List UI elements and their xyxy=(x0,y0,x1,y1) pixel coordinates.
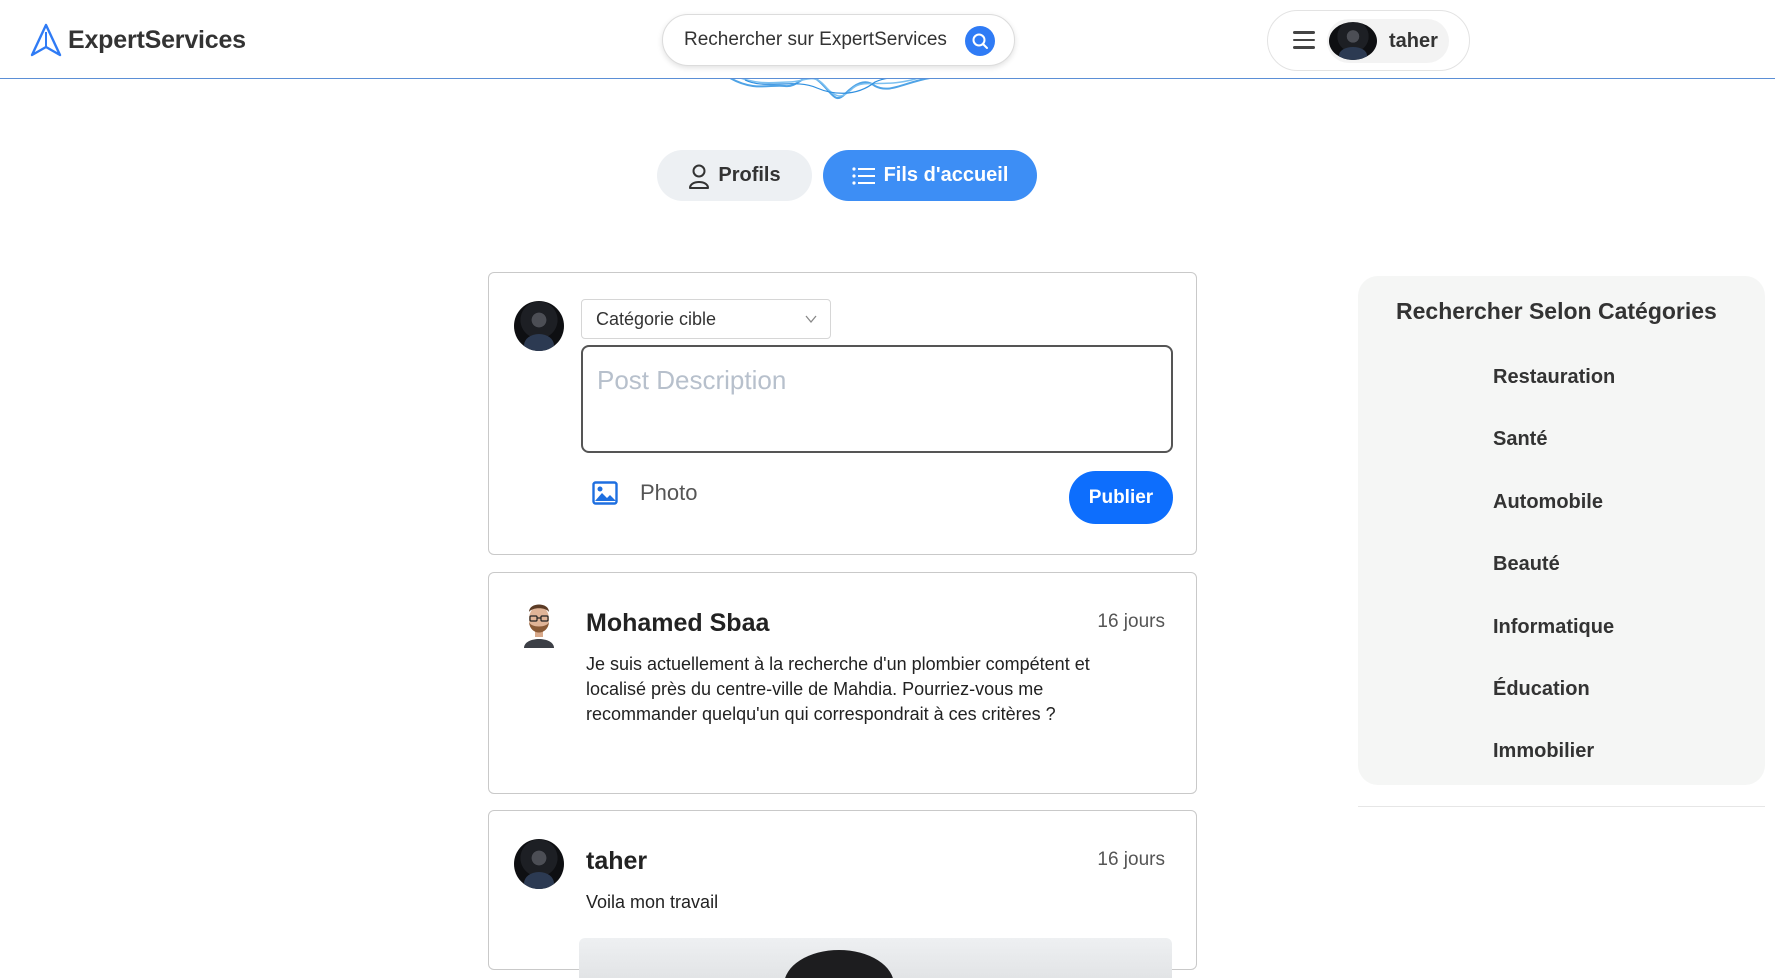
category-item-sante[interactable]: Santé xyxy=(1493,428,1615,490)
avatar xyxy=(514,301,564,351)
search-icon xyxy=(972,33,988,49)
category-item-immobilier[interactable]: Immobilier xyxy=(1493,740,1615,802)
category-item-automobile[interactable]: Automobile xyxy=(1493,491,1615,553)
post-author[interactable]: Mohamed Sbaa xyxy=(586,609,769,638)
feed-post: taher 16 jours Voila mon travail xyxy=(488,810,1197,978)
post-text: Voila mon travail xyxy=(586,892,719,912)
category-item-informatique[interactable]: Informatique xyxy=(1493,616,1615,678)
username: taher xyxy=(1389,29,1438,52)
search-button[interactable] xyxy=(965,26,995,56)
user-menu[interactable]: taher xyxy=(1267,10,1470,71)
post-text: Je suis actuellement à la recherche d'un… xyxy=(586,654,1090,724)
category-select-value: Catégorie cible xyxy=(596,308,717,329)
category-select[interactable]: Catégorie cible xyxy=(581,299,831,339)
post-timestamp: 16 jours xyxy=(1097,849,1165,870)
category-list: Restauration Santé Automobile Beauté Inf… xyxy=(1493,366,1615,803)
avatar xyxy=(524,604,554,648)
search-input[interactable]: Rechercher sur ExpertServices xyxy=(684,29,947,51)
tab-label: Profils xyxy=(718,164,781,186)
category-item-beaute[interactable]: Beauté xyxy=(1493,553,1615,615)
sidebar-title: Rechercher Selon Catégories xyxy=(1396,298,1717,324)
list-icon xyxy=(851,166,875,185)
avatar xyxy=(514,839,564,889)
logo-icon xyxy=(30,23,62,57)
tab-profils[interactable]: Profils xyxy=(657,150,812,201)
post-composer: Catégorie cible Post Description Photo P… xyxy=(488,272,1197,555)
publish-button[interactable]: Publier xyxy=(1069,471,1173,524)
add-photo-button[interactable]: Photo xyxy=(592,480,698,506)
photo-label: Photo xyxy=(640,480,698,505)
post-author[interactable]: taher xyxy=(586,847,647,876)
top-navbar: ExpertServices Rechercher sur ExpertServ… xyxy=(0,0,1775,79)
divider xyxy=(1358,806,1765,807)
search-bar[interactable]: Rechercher sur ExpertServices xyxy=(662,14,1015,66)
post-timestamp: 16 jours xyxy=(1097,611,1165,632)
feed-post: Mohamed Sbaa 16 jours Je suis actuelleme… xyxy=(488,572,1197,794)
category-sidebar: Rechercher Selon Catégories Restauration… xyxy=(1358,276,1765,785)
brand-logo[interactable]: ExpertServices xyxy=(28,22,246,58)
brand-name: ExpertServices xyxy=(68,25,246,54)
tab-label: Fils d'accueil xyxy=(883,164,1009,186)
tab-fils-accueil[interactable]: Fils d'accueil xyxy=(823,150,1037,201)
category-item-restauration[interactable]: Restauration xyxy=(1493,366,1615,428)
user-icon xyxy=(689,164,710,189)
user-profile-pill[interactable]: taher xyxy=(1327,19,1449,63)
view-tabs: Profils Fils d'accueil xyxy=(657,150,1037,201)
post-image[interactable] xyxy=(579,938,1172,978)
image-icon xyxy=(592,481,618,505)
chevron-down-icon xyxy=(805,315,817,324)
hamburger-menu-icon[interactable] xyxy=(1293,31,1315,51)
avatar xyxy=(1329,22,1377,60)
post-description-input[interactable]: Post Description xyxy=(581,345,1173,453)
category-item-education[interactable]: Éducation xyxy=(1493,678,1615,740)
